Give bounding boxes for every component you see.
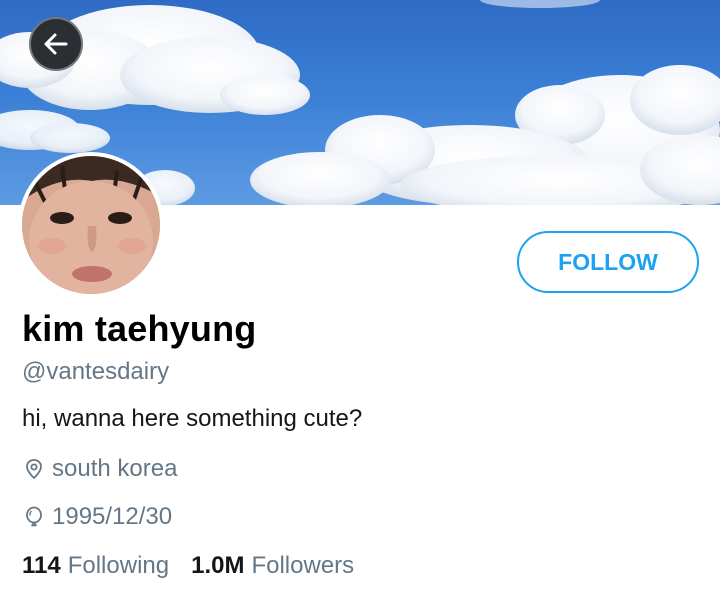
avatar-photo: [22, 156, 160, 294]
followers-label: Followers: [251, 552, 355, 579]
birthday-text: 1995/12/30: [52, 503, 173, 530]
following-count: 114: [22, 552, 61, 579]
following-link[interactable]: 114 Following: [22, 552, 169, 580]
follow-button[interactable]: FOLLOW: [517, 231, 699, 293]
profile-name: kim taehyung: [22, 308, 257, 349]
location-text: south korea: [52, 455, 178, 482]
profile-handle: @vantesdairy: [22, 358, 170, 385]
profile-birthday: 1995/12/30: [22, 503, 172, 531]
following-label: Following: [67, 552, 170, 579]
arrow-left-icon: [44, 33, 68, 55]
location-pin-icon: [22, 457, 46, 481]
balloon-icon: [22, 505, 46, 529]
followers-link[interactable]: 1.0M Followers: [191, 552, 354, 580]
profile-bio: hi, wanna here something cute?: [22, 405, 363, 432]
avatar[interactable]: [18, 152, 164, 298]
follow-stats: 114 Following 1.0M Followers: [22, 552, 354, 580]
back-button[interactable]: [29, 17, 83, 71]
profile-location: south korea: [22, 455, 177, 483]
followers-count: 1.0M: [191, 552, 245, 579]
